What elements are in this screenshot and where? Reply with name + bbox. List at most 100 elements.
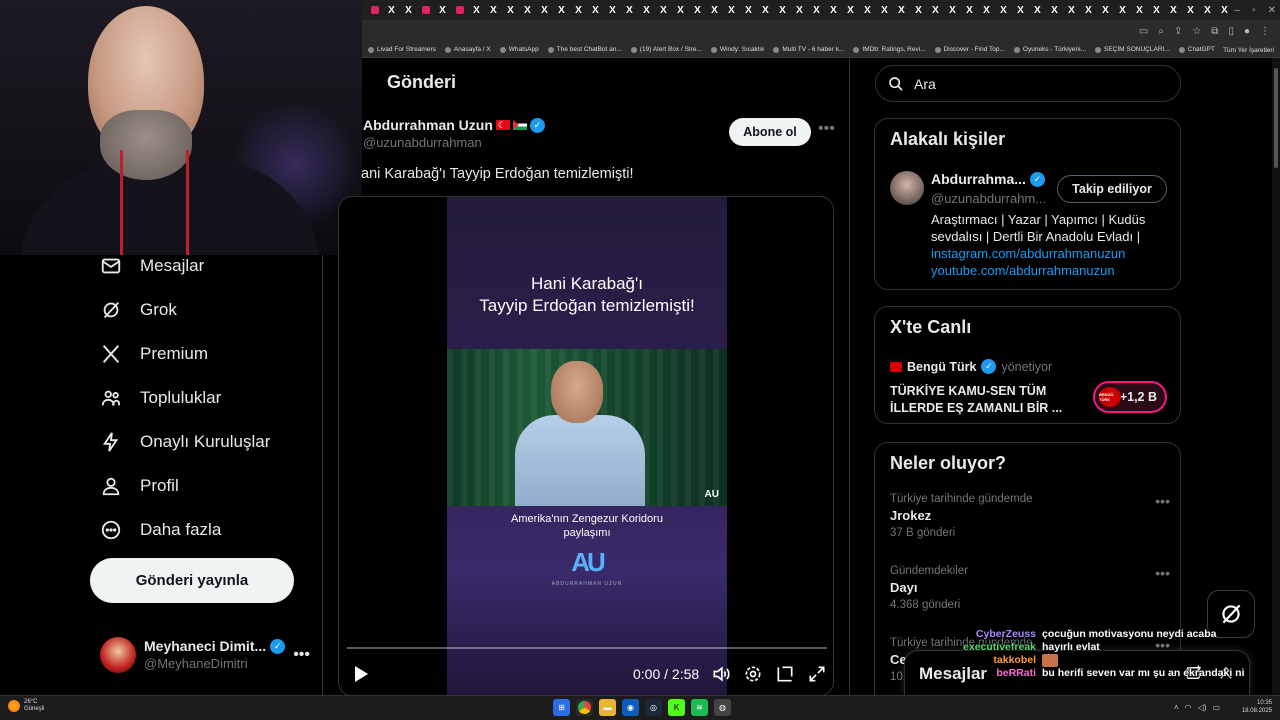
share-icon[interactable]: ⇪ [1174,26,1182,37]
browser-tab[interactable]: X [621,0,638,20]
zoom-icon[interactable]: ⌕ [1158,26,1164,37]
video-player[interactable]: Hani Karabağ'ı Tayyip Erdoğan temizlemiş… [338,196,834,695]
browser-tab[interactable]: X [876,0,893,20]
browser-tab[interactable]: X [587,0,604,20]
file-explorer-icon[interactable]: ▬ [599,699,616,716]
subscribe-button[interactable]: Abone ol [729,118,811,146]
avatar[interactable] [890,171,924,205]
browser-tab[interactable]: X [825,0,842,20]
kick-icon[interactable]: K [668,699,685,716]
nav-item-grok[interactable]: Grok [100,295,177,325]
following-button[interactable]: Takip ediliyor [1057,175,1167,203]
bookmark-item[interactable]: Windy: Sıcaklık [710,46,764,53]
browser-tab[interactable]: X [1012,0,1029,20]
obs-icon[interactable]: ◍ [714,699,731,716]
tweet-author[interactable]: Abdurrahman Uzun ✓ @uzunabdurrahman [363,116,545,152]
live-listeners-pill[interactable]: BENGÜ TÜRK +1,2 B [1093,381,1167,413]
volume-icon[interactable] [711,664,731,684]
cast-icon[interactable]: ▭ [1139,26,1148,37]
browser-tab[interactable]: X [723,0,740,20]
fullscreen-icon[interactable] [807,664,827,684]
more-dots-icon[interactable]: ••• [293,646,310,664]
bookmark-item[interactable]: Livad For Streamers [368,46,436,53]
more-dots-icon[interactable]: ••• [818,120,835,138]
nav-item-more[interactable]: Daha fazla [100,515,221,545]
browser-tab[interactable]: X [1199,0,1216,20]
minimize-button[interactable]: – [1235,5,1241,16]
video-progress-bar[interactable] [347,647,827,649]
nav-item-communities[interactable]: Topluluklar [100,383,221,413]
more-dots-icon[interactable]: ••• [1155,565,1170,581]
search-input[interactable]: Ara [875,65,1181,102]
bookmark-item[interactable]: WhatsApp [499,46,539,53]
spotify-icon[interactable]: ≋ [691,699,708,716]
youtube-link[interactable]: youtube.com/abdurrahmanuzun [931,262,1171,279]
profile-icon[interactable]: ● [1244,26,1250,37]
browser-tab[interactable]: X [570,0,587,20]
browser-tab[interactable]: X [706,0,723,20]
nav-item-verified-orgs[interactable]: Onaylı Kuruluşlar [100,427,270,457]
steam-icon[interactable]: ◎ [645,699,662,716]
split-icon[interactable]: ▯ [1228,26,1234,37]
nav-item-profile[interactable]: Profil [100,471,179,501]
maximize-button[interactable]: ▫ [1252,5,1256,16]
browser-tab[interactable]: X [995,0,1012,20]
live-host[interactable]: Bengü Türk ✓ yönetiyor [890,359,1052,374]
browser-tab[interactable]: X [553,0,570,20]
browser-tab[interactable]: X [604,0,621,20]
browser-tab[interactable]: X [519,0,536,20]
chrome-icon[interactable] [576,699,593,716]
live-topic[interactable]: TÜRKİYE KAMU-SEN TÜM İLLERDE EŞ ZAMANLI … [890,383,1090,417]
browser-tab[interactable]: X [1063,0,1080,20]
bookmark-item[interactable]: SEÇİM SONUÇLARI... [1095,46,1170,53]
bookmark-item[interactable]: Anasayfa / X [444,46,491,53]
browser-tab[interactable]: X [808,0,825,20]
browser-tab[interactable]: X [400,0,417,20]
browser-tab[interactable]: X [689,0,706,20]
browser-tab[interactable]: X [740,0,757,20]
browser-tab[interactable]: X [1165,0,1182,20]
browser-tab[interactable]: X [1182,0,1199,20]
play-icon[interactable] [353,665,369,683]
browser-tab[interactable]: X [502,0,519,20]
browser-tab[interactable]: X [1097,0,1114,20]
browser-tab[interactable]: X [638,0,655,20]
browser-tab[interactable]: X [961,0,978,20]
browser-tab[interactable] [366,0,383,20]
browser-tab[interactable]: X [1114,0,1131,20]
account-switcher[interactable]: Meyhaneci Dimit... ✓ @MeyhaneDimitri ••• [100,630,310,680]
browser-tab[interactable] [417,0,434,20]
tray-chevron-icon[interactable]: ˄ [1174,703,1179,712]
post-button[interactable]: Gönderi yayınla [90,558,294,603]
browser-tab[interactable]: X [383,0,400,20]
browser-tab[interactable] [451,0,468,20]
clock[interactable]: 10:35 18.08.2025 [1242,699,1272,715]
browser-tab[interactable]: X [893,0,910,20]
extensions-icon[interactable]: ⧉ [1211,26,1218,37]
browser-tab[interactable]: X [944,0,961,20]
browser-tab[interactable]: X [536,0,553,20]
browser-menu-icon[interactable]: ⋮ [1260,26,1270,37]
browser-tab[interactable]: X [1029,0,1046,20]
related-name[interactable]: Abdurrahma... [931,171,1026,187]
instagram-link[interactable]: instagram.com/abdurrahmanuzun [931,245,1171,262]
weather-widget[interactable]: 26°C Güneşli [8,699,44,713]
volume-tray-icon[interactable]: ◁) [1198,703,1207,712]
browser-tab[interactable]: X [1080,0,1097,20]
bookmark-item[interactable]: Oyuneks - Türkiyeni... [1013,46,1086,53]
page-scrollbar[interactable] [1272,58,1280,695]
browser-tab[interactable]: X [655,0,672,20]
browser-tab[interactable]: X [1216,0,1233,20]
bookmark-item[interactable]: The best ChatBot an... [547,46,622,53]
windows-start-icon[interactable]: ⊞ [553,699,570,716]
nav-item-premium[interactable]: Premium [100,339,208,369]
more-dots-icon[interactable]: ••• [1155,493,1170,509]
browser-tab[interactable]: X [434,0,451,20]
browser-tab[interactable]: X [842,0,859,20]
trend-item[interactable]: Gündemdekiler Dayı 4.368 gönderi ••• [890,565,1170,611]
network-icon[interactable]: ◠ [1185,703,1192,712]
browser-tab[interactable]: X [859,0,876,20]
browser-tab[interactable]: X [757,0,774,20]
pip-icon[interactable] [775,664,795,684]
browser-tab[interactable]: X [468,0,485,20]
